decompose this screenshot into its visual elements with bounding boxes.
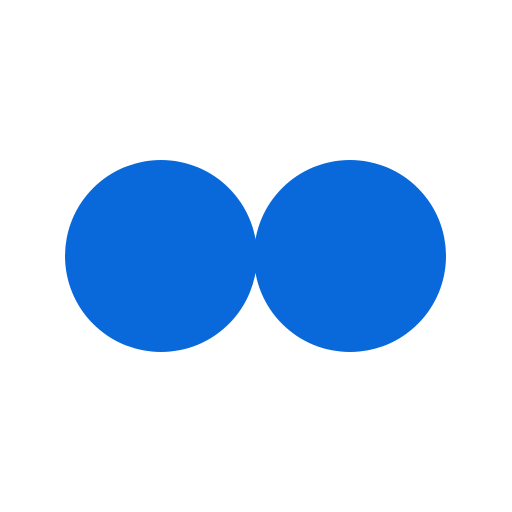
right-circle-icon (254, 160, 446, 352)
left-circle-icon (65, 160, 257, 352)
two-circles-logo-icon (65, 160, 446, 352)
logo-canvas (0, 0, 512, 512)
